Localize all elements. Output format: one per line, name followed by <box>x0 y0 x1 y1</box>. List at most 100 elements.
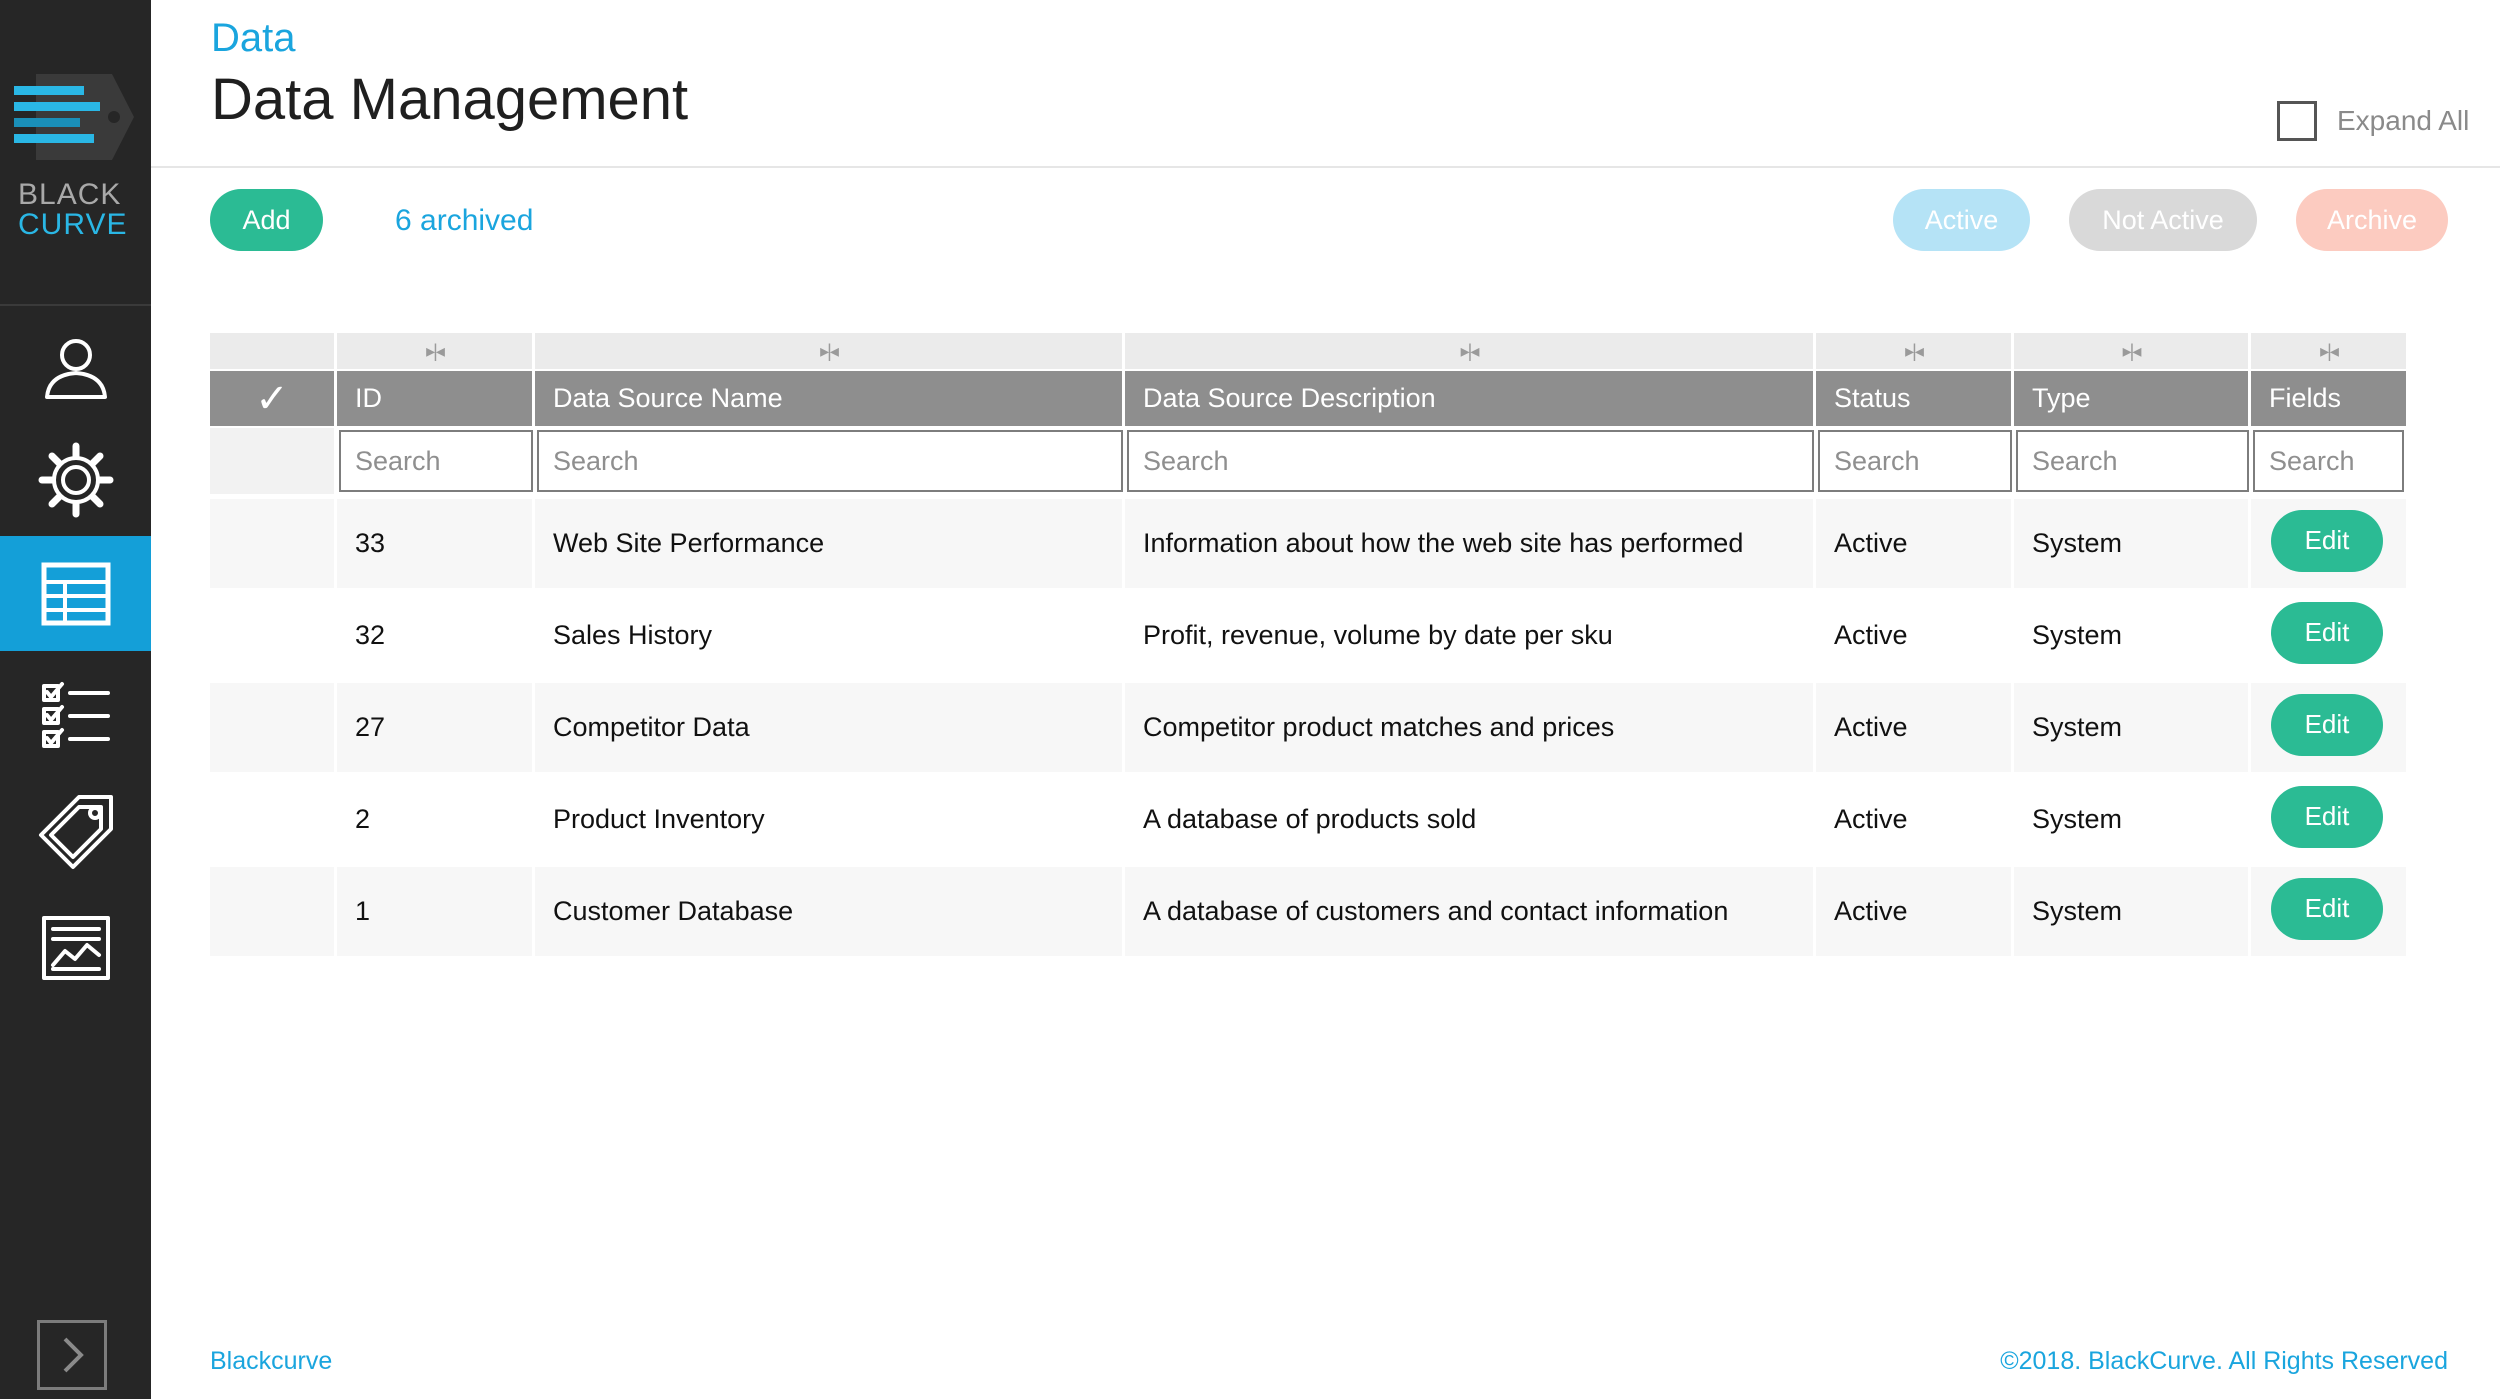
column-header-description[interactable]: Data Source Description <box>1125 371 1816 426</box>
table-row[interactable]: 1 Customer Database A database of custom… <box>210 867 2406 956</box>
filter-cell <box>535 428 1125 494</box>
table-row[interactable]: 33 Web Site Performance Information abou… <box>210 499 2406 588</box>
report-icon <box>41 916 110 980</box>
cell-id: 1 <box>337 867 535 956</box>
filter-cell <box>1125 428 1816 494</box>
chevron-right-icon <box>63 1337 84 1373</box>
cell-description: A database of products sold <box>1125 775 1816 864</box>
resize-handle-icon: ▸|◂ <box>426 340 445 361</box>
cell-name: Customer Database <box>535 867 1125 956</box>
footer-copyright: ©2018. BlackCurve. All Rights Reserved <box>2000 1347 2448 1375</box>
cell-type: System <box>2014 591 2251 680</box>
table-row[interactable]: 32 Sales History Profit, revenue, volume… <box>210 591 2406 680</box>
edit-button[interactable]: Edit <box>2271 601 2383 664</box>
search-input-fields[interactable] <box>2253 430 2404 492</box>
column-resize-handle[interactable]: ▸|◂ <box>1816 333 2014 369</box>
brand-logo[interactable]: BLACK CURVE <box>0 0 151 306</box>
cell-description: A database of customers and contact info… <box>1125 867 1816 956</box>
column-resize-handle[interactable]: ▸|◂ <box>535 333 1125 369</box>
cell-fields: Edit <box>2251 683 2406 772</box>
column-header-type[interactable]: Type <box>2014 371 2251 426</box>
expand-all-checkbox[interactable] <box>2277 101 2317 141</box>
cell-name: Competitor Data <box>535 683 1125 772</box>
brand-wordmark: BLACK CURVE <box>18 180 127 240</box>
column-header-status[interactable]: Status <box>1816 371 2014 426</box>
set-not-active-button[interactable]: Not Active <box>2069 189 2257 251</box>
row-select-cell[interactable] <box>210 499 337 588</box>
column-resize-handle[interactable]: ▸|◂ <box>2014 333 2251 369</box>
column-header-fields[interactable]: Fields <box>2251 371 2406 426</box>
nav-item-tasks[interactable] <box>0 660 151 772</box>
table-icon <box>41 562 110 625</box>
cell-status: Active <box>1816 499 2014 588</box>
resize-handle-icon: ▸|◂ <box>820 340 839 361</box>
edit-button[interactable]: Edit <box>2271 877 2383 940</box>
nav-item-data[interactable] <box>0 536 151 651</box>
table-row[interactable]: 2 Product Inventory A database of produc… <box>210 775 2406 864</box>
column-header-name[interactable]: Data Source Name <box>535 371 1125 426</box>
filter-cell <box>1816 428 2014 494</box>
cell-fields: Edit <box>2251 867 2406 956</box>
cell-status: Active <box>1816 683 2014 772</box>
breadcrumb[interactable]: Data <box>211 16 296 61</box>
column-resize-handle[interactable]: ▸|◂ <box>337 333 535 369</box>
column-resize-handle[interactable]: ▸|◂ <box>2251 333 2406 369</box>
cell-fields: Edit <box>2251 775 2406 864</box>
logo-mark-icon <box>14 74 134 160</box>
cell-status: Active <box>1816 775 2014 864</box>
cell-name: Web Site Performance <box>535 499 1125 588</box>
filter-cell <box>2251 428 2406 494</box>
nav-item-settings[interactable] <box>0 424 151 536</box>
page-title: Data Management <box>211 67 689 132</box>
checkmark-icon: ✓ <box>255 376 289 421</box>
edit-button[interactable]: Edit <box>2271 785 2383 848</box>
resize-handle-icon: ▸|◂ <box>2320 340 2339 361</box>
filter-spacer <box>210 428 337 494</box>
cell-id: 32 <box>337 591 535 680</box>
table-row[interactable]: 27 Competitor Data Competitor product ma… <box>210 683 2406 772</box>
search-input-status[interactable] <box>1818 430 2012 492</box>
resize-handle-icon: ▸|◂ <box>1905 340 1924 361</box>
set-active-button[interactable]: Active <box>1893 189 2030 251</box>
cell-type: System <box>2014 499 2251 588</box>
cell-id: 27 <box>337 683 535 772</box>
edit-button[interactable]: Edit <box>2271 509 2383 572</box>
brand-line-1: BLACK <box>18 178 122 211</box>
gear-icon <box>38 442 113 518</box>
archive-button[interactable]: Archive <box>2296 189 2448 251</box>
archived-link[interactable]: 6 archived <box>395 204 533 238</box>
cell-status: Active <box>1816 867 2014 956</box>
row-select-cell[interactable] <box>210 683 337 772</box>
cell-name: Product Inventory <box>535 775 1125 864</box>
cell-name: Sales History <box>535 591 1125 680</box>
expand-all-toggle[interactable]: Expand All <box>2277 101 2469 141</box>
search-input-type[interactable] <box>2016 430 2249 492</box>
row-select-cell[interactable] <box>210 775 337 864</box>
select-all-checkbox[interactable]: ✓ <box>210 371 337 426</box>
resize-handle-icon: ▸|◂ <box>2122 340 2142 361</box>
column-resize-handle[interactable]: ▸|◂ <box>1125 333 1816 369</box>
expand-all-label: Expand All <box>2337 105 2470 136</box>
cell-description: Profit, revenue, volume by date per sku <box>1125 591 1816 680</box>
checklist-icon <box>41 682 110 748</box>
search-input-id[interactable] <box>339 430 533 492</box>
footer-brand-link[interactable]: Blackcurve <box>210 1347 332 1376</box>
nav-item-users[interactable] <box>0 312 151 424</box>
nav-item-pricing[interactable] <box>0 776 151 888</box>
column-header-id[interactable]: ID <box>337 371 535 426</box>
resize-handle-icon: ▸|◂ <box>1460 340 1480 361</box>
nav-item-reports[interactable] <box>0 892 151 1004</box>
table-header-row: ✓ ID Data Source Name Data Source Descri… <box>210 371 2406 426</box>
tag-icon <box>38 795 113 869</box>
add-button[interactable]: Add <box>210 189 323 251</box>
row-select-cell[interactable] <box>210 867 337 956</box>
resize-spacer <box>210 333 337 369</box>
table-filter-row <box>210 428 2406 494</box>
search-input-description[interactable] <box>1127 430 1814 492</box>
sidebar-collapse-button[interactable] <box>37 1320 107 1390</box>
edit-button[interactable]: Edit <box>2271 693 2383 756</box>
search-input-name[interactable] <box>537 430 1123 492</box>
brand-line-2: CURVE <box>18 208 128 241</box>
row-select-cell[interactable] <box>210 591 337 680</box>
column-resize-row: ▸|◂ ▸|◂ ▸|◂ ▸|◂ ▸|◂ ▸|◂ <box>210 333 2406 369</box>
